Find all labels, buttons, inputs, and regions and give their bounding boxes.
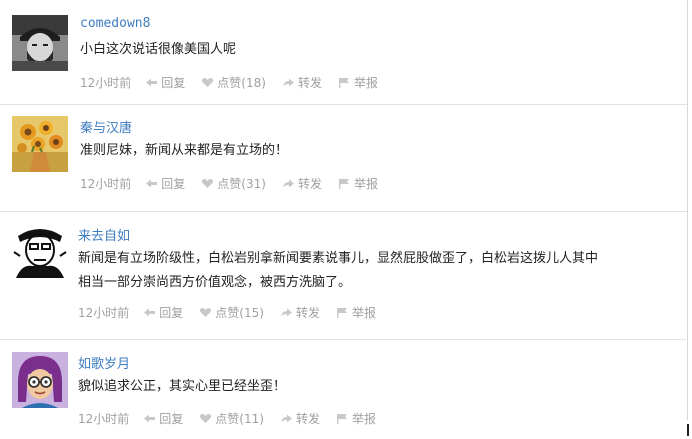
reply-button[interactable]: 回复	[143, 410, 183, 427]
flag-icon	[336, 414, 347, 424]
like-label: 点赞(18)	[217, 76, 266, 90]
avatar[interactable]	[12, 222, 68, 278]
heart-icon	[200, 308, 212, 317]
like-button[interactable]: 点赞(11)	[199, 410, 264, 427]
reply-arrow-icon	[144, 414, 156, 423]
flag-icon	[338, 179, 349, 189]
reply-label: 回复	[159, 412, 184, 426]
cartoon-woman-glasses-icon	[12, 352, 68, 408]
like-label: 点赞(11)	[215, 412, 264, 426]
text-cursor	[687, 424, 689, 436]
report-label: 举报	[351, 412, 376, 426]
forward-label: 转发	[295, 306, 320, 320]
forward-label: 转发	[297, 177, 322, 191]
reply-button[interactable]: 回复	[143, 304, 183, 321]
forward-button[interactable]: 转发	[280, 304, 320, 321]
comment-list: comedown8 小白这次说话很像美国人呢 12小时前 回复 点赞(18) 转…	[0, 0, 692, 439]
report-label: 举报	[353, 76, 378, 90]
reply-button[interactable]: 回复	[145, 74, 185, 91]
comment-text: 小白这次说话很像美国人呢	[80, 42, 237, 57]
avatar[interactable]	[12, 15, 68, 71]
like-button[interactable]: 点赞(31)	[201, 175, 266, 192]
flag-icon	[338, 78, 349, 88]
right-border	[687, 0, 688, 420]
reply-label: 回复	[161, 76, 186, 90]
comment-actions: 12小时前 回复 点赞(11) 转发 举报	[78, 410, 392, 427]
username[interactable]: 秦与汉唐	[80, 117, 132, 136]
timestamp: 12小时前	[80, 177, 132, 191]
forward-label: 转发	[297, 76, 322, 90]
like-label: 点赞(31)	[217, 177, 266, 191]
divider	[0, 104, 688, 105]
forward-button[interactable]: 转发	[280, 410, 320, 427]
heart-icon	[200, 414, 212, 423]
sunflowers-painting-icon	[12, 116, 68, 172]
comment-actions: 12小时前 回复 点赞(31) 转发 举报	[80, 175, 394, 192]
comment-text: 貌似追求公正，其实心里已经坐歪！	[78, 379, 287, 394]
reply-arrow-icon	[146, 78, 158, 87]
forward-arrow-icon	[282, 179, 294, 188]
comment-text-line-2: 相当一部分崇尚西方价值观念，被西方洗脑了。	[78, 275, 352, 290]
report-button[interactable]: 举报	[336, 304, 376, 321]
timestamp: 12小时前	[78, 306, 130, 320]
reply-button[interactable]: 回复	[145, 175, 185, 192]
forward-arrow-icon	[282, 78, 294, 87]
timestamp: 12小时前	[78, 412, 130, 426]
comment-actions: 12小时前 回复 点赞(18) 转发 举报	[80, 74, 394, 91]
username[interactable]: 如歌岁月	[78, 353, 130, 372]
report-label: 举报	[353, 177, 378, 191]
flag-icon	[336, 308, 347, 318]
report-button[interactable]: 举报	[338, 175, 378, 192]
bearded-man-with-cap-icon	[12, 15, 68, 71]
divider	[0, 211, 688, 212]
like-button[interactable]: 点赞(18)	[201, 74, 266, 91]
like-button[interactable]: 点赞(15)	[199, 304, 264, 321]
sketch-portrait-icon	[12, 222, 68, 278]
report-label: 举报	[351, 306, 376, 320]
avatar[interactable]	[12, 116, 68, 172]
reply-label: 回复	[161, 177, 186, 191]
report-button[interactable]: 举报	[338, 74, 378, 91]
heart-icon	[202, 78, 214, 87]
forward-arrow-icon	[280, 414, 292, 423]
forward-button[interactable]: 转发	[282, 74, 322, 91]
reply-arrow-icon	[144, 308, 156, 317]
reply-label: 回复	[159, 306, 184, 320]
comment-text: 准则尼妹，新闻从来都是有立场的！	[80, 143, 289, 158]
comment-actions: 12小时前 回复 点赞(15) 转发 举报	[78, 304, 392, 321]
forward-button[interactable]: 转发	[282, 175, 322, 192]
forward-arrow-icon	[280, 308, 292, 317]
report-button[interactable]: 举报	[336, 410, 376, 427]
comment-text-line-1: 新闻是有立场阶级性，白松岩别拿新闻要素说事儿，显然屁股做歪了，白松岩这拨儿人其中	[78, 251, 599, 266]
username[interactable]: 来去自如	[78, 225, 130, 244]
reply-arrow-icon	[146, 179, 158, 188]
avatar[interactable]	[12, 352, 68, 408]
timestamp: 12小时前	[80, 76, 132, 90]
divider	[0, 339, 686, 340]
like-label: 点赞(15)	[215, 306, 264, 320]
heart-icon	[202, 179, 214, 188]
username[interactable]: comedown8	[80, 16, 150, 31]
forward-label: 转发	[295, 412, 320, 426]
